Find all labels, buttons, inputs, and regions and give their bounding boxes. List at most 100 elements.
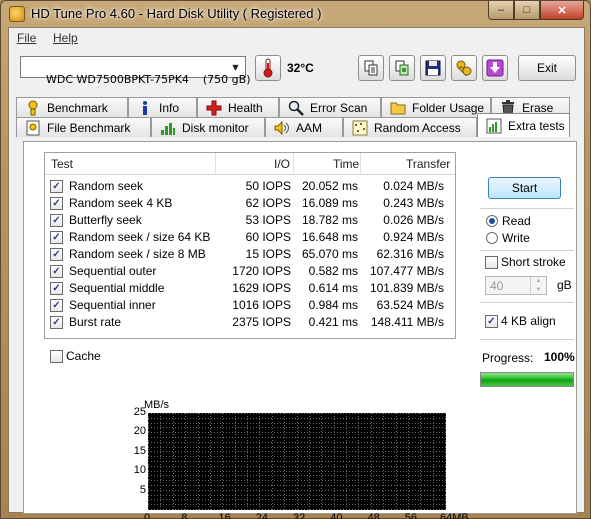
short-stroke-checkbox[interactable]: [485, 256, 498, 269]
short-stroke-label: Short stroke: [501, 255, 566, 269]
copy-text-button[interactable]: [358, 55, 384, 81]
write-radio[interactable]: [486, 232, 498, 244]
row-time: 16.089 ms: [301, 196, 358, 210]
copy-screenshot-icon: [395, 60, 409, 76]
divider: [480, 302, 574, 303]
header-divider: [360, 153, 361, 174]
wrench-icon: [456, 60, 472, 77]
row-checkbox[interactable]: ✓: [50, 180, 63, 193]
menu-bar: File Help: [9, 28, 584, 48]
row-io: 60 IOPS: [245, 230, 291, 244]
row-checkbox[interactable]: ✓: [50, 316, 63, 329]
row-transfer: 63.524 MB/s: [376, 298, 444, 312]
row-test: Random seek / size 8 MB: [69, 247, 206, 261]
folder-icon: [390, 100, 406, 116]
close-button[interactable]: ✕: [540, 1, 584, 20]
menu-help[interactable]: Help: [53, 31, 78, 45]
table-row[interactable]: ✓ Random seek / size 64 KB 60 IOPS 16.64…: [45, 229, 455, 246]
row-checkbox[interactable]: ✓: [50, 265, 63, 278]
row-test: Random seek / size 64 KB: [69, 230, 211, 244]
menu-help-label: Help: [53, 31, 78, 45]
download-button[interactable]: [482, 55, 508, 81]
chevron-down-icon[interactable]: ▼: [228, 59, 243, 75]
table-row[interactable]: ✓ Sequential inner 1016 IOPS 0.984 ms 63…: [45, 297, 455, 314]
table-row[interactable]: ✓ Sequential middle 1629 IOPS 0.614 ms 1…: [45, 280, 455, 297]
tab-info[interactable]: Info: [128, 97, 197, 117]
exit-button[interactable]: Exit: [518, 55, 576, 81]
graph-grid: [148, 413, 446, 510]
temperature-button[interactable]: [255, 55, 281, 81]
extra-tests-icon: [486, 118, 502, 134]
tab-file-benchmark[interactable]: File Benchmark: [16, 117, 151, 137]
start-button[interactable]: Start: [488, 177, 561, 199]
row-test: Sequential outer: [69, 264, 157, 278]
header-transfer[interactable]: Transfer: [406, 157, 450, 171]
table-row[interactable]: ✓ Random seek / size 8 MB 15 IOPS 65.070…: [45, 246, 455, 263]
chevron-down-icon[interactable]: ▼: [530, 286, 546, 294]
row-checkbox[interactable]: ✓: [50, 282, 63, 295]
cache-checkbox[interactable]: [50, 350, 63, 363]
header-divider: [293, 153, 294, 174]
title-bar[interactable]: HD Tune Pro 4.60 - Hard Disk Utility ( R…: [1, 1, 590, 27]
row-checkbox[interactable]: ✓: [50, 197, 63, 210]
stroke-size-stepper[interactable]: 40 ▲ ▼: [485, 276, 547, 295]
drive-select[interactable]: WDC WD7500BPKT-75PK4 (750 gB) ▼: [20, 56, 251, 86]
divider: [480, 250, 574, 251]
client-area: File Help WDC WD7500BPKT-75PK4 (750 gB) …: [8, 27, 585, 519]
extra-tests-panel: Test I/O Time Transfer ✓ Random seek 50 …: [23, 141, 577, 519]
row-transfer: 0.026 MB/s: [383, 213, 444, 227]
header-divider: [215, 153, 216, 174]
header-time[interactable]: Time: [333, 157, 359, 171]
row-io: 53 IOPS: [245, 213, 291, 227]
align-label: 4 KB align: [501, 314, 556, 328]
row-io: 50 IOPS: [245, 179, 291, 193]
align-checkbox[interactable]: ✓: [485, 315, 498, 328]
table-row[interactable]: ✓ Sequential outer 1720 IOPS 0.582 ms 10…: [45, 263, 455, 280]
tab-aam[interactable]: AAM: [265, 117, 343, 137]
table-row[interactable]: ✓ Burst rate 2375 IOPS 0.421 ms 148.411 …: [45, 314, 455, 331]
row-transfer: 62.316 MB/s: [376, 247, 444, 261]
thermometer-icon: [263, 58, 273, 78]
row-transfer: 0.243 MB/s: [383, 196, 444, 210]
row-transfer: 107.477 MB/s: [369, 264, 444, 278]
row-time: 18.782 ms: [301, 213, 358, 227]
tab-error-scan[interactable]: Error Scan: [279, 97, 381, 117]
minimize-button[interactable]: –: [488, 1, 514, 20]
chevron-up-icon[interactable]: ▲: [530, 277, 546, 285]
row-checkbox[interactable]: ✓: [50, 299, 63, 312]
table-row[interactable]: ✓ Butterfly seek 53 IOPS 18.782 ms 0.026…: [45, 212, 455, 229]
row-transfer: 101.839 MB/s: [369, 281, 444, 295]
tab-disk-monitor[interactable]: Disk monitor: [151, 117, 265, 137]
copy-screenshot-button[interactable]: [389, 55, 415, 81]
header-test[interactable]: Test: [51, 157, 73, 171]
health-icon: [206, 100, 222, 116]
tab-benchmark[interactable]: Benchmark: [16, 97, 128, 117]
tab-random-access-label: Random Access: [374, 120, 461, 135]
floppy-disk-icon: [425, 60, 441, 76]
tab-random-access[interactable]: Random Access: [343, 117, 477, 137]
maximize-button[interactable]: □: [514, 1, 540, 20]
tab-folder-usage-label: Folder Usage: [412, 100, 485, 115]
read-radio[interactable]: [486, 215, 498, 227]
table-row[interactable]: ✓ Random seek 50 IOPS 20.052 ms 0.024 MB…: [45, 178, 455, 195]
file-benchmark-icon: [25, 120, 41, 136]
window-title: HD Tune Pro 4.60 - Hard Disk Utility ( R…: [31, 6, 322, 21]
tab-extra-tests[interactable]: Extra tests: [477, 113, 570, 137]
results-table: Test I/O Time Transfer ✓ Random seek 50 …: [44, 152, 456, 339]
row-checkbox[interactable]: ✓: [50, 248, 63, 261]
row-checkbox[interactable]: ✓: [50, 214, 63, 227]
save-button[interactable]: [420, 55, 446, 81]
menu-file[interactable]: File: [17, 31, 36, 45]
options-button[interactable]: [451, 55, 477, 81]
tab-health[interactable]: Health: [197, 97, 279, 117]
x-tick-label: 0: [144, 512, 151, 519]
tab-error-scan-label: Error Scan: [310, 100, 368, 115]
tab-file-benchmark-label: File Benchmark: [47, 120, 131, 135]
header-io[interactable]: I/O: [274, 157, 290, 171]
tab-benchmark-label: Benchmark: [47, 100, 108, 115]
row-test: Random seek: [69, 179, 144, 193]
tab-folder-usage[interactable]: Folder Usage: [381, 97, 491, 117]
row-test: Random seek 4 KB: [69, 196, 173, 210]
table-row[interactable]: ✓ Random seek 4 KB 62 IOPS 16.089 ms 0.2…: [45, 195, 455, 212]
row-checkbox[interactable]: ✓: [50, 231, 63, 244]
